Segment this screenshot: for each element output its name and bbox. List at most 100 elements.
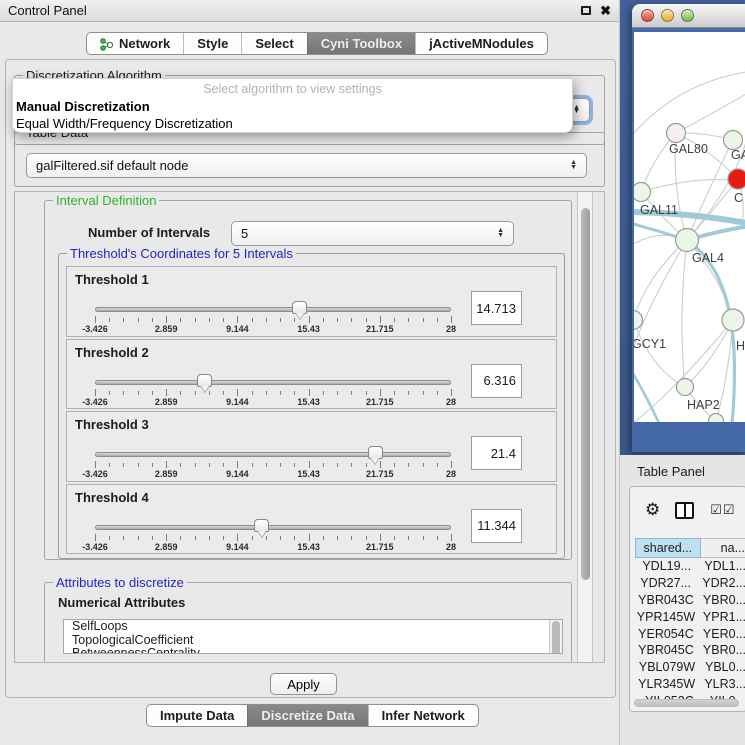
slider-handle[interactable] <box>368 446 383 459</box>
num-intervals-combobox[interactable]: 5 ▲▼ <box>231 221 514 246</box>
table-row[interactable]: YBL079WYBL0... <box>635 659 745 676</box>
threshold-3-label: Threshold 3 <box>75 417 149 432</box>
column-layout-icon[interactable] <box>675 502 694 519</box>
threshold-2-value-field[interactable]: 6.316 <box>471 364 522 398</box>
cell-name[interactable]: YPR1... <box>697 610 745 624</box>
table-row[interactable]: YPR145WYPR1... <box>635 608 745 625</box>
network-canvas[interactable]: GAL80GACGAL11GAL4GCY1HHAP2 <box>634 32 745 422</box>
cell-name[interactable]: YBR0... <box>697 643 745 657</box>
cell-name[interactable]: YBL0... <box>699 660 745 674</box>
slider-track[interactable] <box>95 307 451 312</box>
network-edge[interactable] <box>682 240 687 387</box>
attribute-item[interactable]: SelfLoops <box>64 620 562 634</box>
tab-discretize-data[interactable]: Discretize Data <box>247 705 367 726</box>
threshold-2-slider[interactable]: -3.4262.8599.14415.4321.71528 <box>95 376 451 410</box>
network-node-hap2[interactable] <box>677 379 694 396</box>
network-node-unlabeled[interactable] <box>709 414 724 423</box>
threshold-3-value-field[interactable]: 21.4 <box>471 436 522 470</box>
checkbox-icons[interactable]: ☑☑ <box>710 502 735 518</box>
slider-track[interactable] <box>95 525 451 530</box>
algorithm-option-2[interactable]: Equal Width/Frequency Discretization <box>13 115 572 132</box>
threshold-4-slider[interactable]: -3.4262.8599.14415.4321.71528 <box>95 521 451 555</box>
gear-icon[interactable]: ⚙ <box>645 501 660 519</box>
network-view-window[interactable]: GAL80GACGAL11GAL4GCY1HHAP2 <box>632 4 745 452</box>
tab-label: jActiveMNodules <box>429 36 534 51</box>
control-panel-titlebar: Control Panel ✖ <box>0 0 619 22</box>
slider-handle[interactable] <box>254 519 269 532</box>
cell-name[interactable]: YDL1... <box>698 559 745 573</box>
tab-network[interactable]: Network <box>87 33 183 54</box>
table-row[interactable]: YBR043CYBR0... <box>635 592 745 609</box>
slider-handle[interactable] <box>292 301 307 314</box>
num-intervals-label: Number of Intervals <box>88 225 210 240</box>
tab-infer-network[interactable]: Infer Network <box>368 705 478 726</box>
table-row[interactable]: YDL19...YDL1... <box>635 558 745 575</box>
cell-shared-name[interactable]: YDR27... <box>635 576 696 590</box>
network-edge[interactable] <box>634 72 745 140</box>
network-edge-highlighted[interactable] <box>634 362 662 422</box>
table-data-combobox[interactable]: galFiltered.sif default node ▲▼ <box>26 153 587 178</box>
table-row[interactable]: YER054CYER0... <box>635 625 745 642</box>
column-header-shared-name[interactable]: shared... <box>635 538 701 558</box>
threshold-1-slider[interactable]: -3.4262.8599.14415.4321.71528 <box>95 303 451 337</box>
attribute-item[interactable]: TopologicalCoefficient <box>64 634 562 648</box>
attributes-scrollbar[interactable] <box>549 620 562 653</box>
table-row[interactable]: YDR27...YDR2... <box>635 575 745 592</box>
network-node-gal11[interactable] <box>634 183 651 202</box>
algorithm-option-1[interactable]: Manual Discretization <box>13 98 572 115</box>
tab-style[interactable]: Style <box>183 33 241 54</box>
apply-button[interactable]: Apply <box>270 673 337 695</box>
close-traffic-light[interactable] <box>641 9 654 22</box>
network-edge[interactable] <box>634 240 687 377</box>
network-node-ga[interactable] <box>724 131 743 150</box>
node-table: shared... na... YDL19...YDL1...YDR27...Y… <box>635 538 745 700</box>
cell-name[interactable]: YER0... <box>697 627 745 641</box>
tab-select[interactable]: Select <box>241 33 306 54</box>
numerical-attributes-list[interactable]: SelfLoopsTopologicalCoefficientBetweenne… <box>63 619 563 654</box>
table-row[interactable]: YLR345WYLR3... <box>635 676 745 693</box>
threshold-1-value-field[interactable]: 14.713 <box>471 291 522 325</box>
zoom-traffic-light[interactable] <box>681 9 694 22</box>
network-edge[interactable] <box>634 320 685 387</box>
network-node-gal80[interactable] <box>667 124 686 143</box>
slider-handle[interactable] <box>197 374 212 387</box>
network-node-h[interactable] <box>722 309 744 331</box>
tab-label: Cyni Toolbox <box>321 36 402 51</box>
settings-vertical-scrollbar[interactable] <box>577 192 593 662</box>
cell-shared-name[interactable]: YER054C <box>635 627 697 641</box>
minimize-traffic-light[interactable] <box>661 9 674 22</box>
network-edge[interactable] <box>676 94 745 133</box>
cell-shared-name[interactable]: YDL19... <box>635 559 698 573</box>
cell-name[interactable]: YDR2... <box>696 576 745 590</box>
tab-impute-data[interactable]: Impute Data <box>147 705 247 726</box>
float-window-icon[interactable] <box>581 6 591 15</box>
scrollbar-thumb[interactable] <box>581 208 590 580</box>
attribute-item[interactable]: BetweennessCentrality <box>64 647 562 654</box>
slider-track[interactable] <box>95 380 451 385</box>
algorithm-prompt-item[interactable]: Select algorithm to view settings <box>13 79 572 98</box>
cell-shared-name[interactable]: YBR045C <box>635 643 697 657</box>
num-intervals-value: 5 <box>241 226 248 241</box>
network-node-gal4[interactable] <box>676 229 699 252</box>
tab-jactivemnodules[interactable]: jActiveMNodules <box>415 33 547 54</box>
tab-cyni-toolbox[interactable]: Cyni Toolbox <box>307 33 415 54</box>
app-root: { "control_panel": { "title": "Control P… <box>0 0 745 745</box>
close-icon[interactable]: ✖ <box>600 5 611 17</box>
threshold-3-slider[interactable]: -3.4262.8599.14415.4321.71528 <box>95 448 451 482</box>
column-header-name[interactable]: na... <box>701 538 745 558</box>
cell-shared-name[interactable]: YBR043C <box>635 593 697 607</box>
cell-name[interactable]: YLR3... <box>698 677 745 691</box>
cell-shared-name[interactable]: YLR345W <box>635 677 698 691</box>
network-edge[interactable] <box>634 240 687 320</box>
slider-track[interactable] <box>95 452 451 457</box>
table-row[interactable]: YBR045CYBR0... <box>635 642 745 659</box>
network-node-c[interactable] <box>728 169 745 189</box>
cell-shared-name[interactable]: YPR145W <box>635 610 697 624</box>
slider-tick-labels: -3.4262.8599.14415.4321.71528 <box>95 469 451 480</box>
cell-shared-name[interactable]: YBL079W <box>635 660 699 674</box>
numerical-attributes-label: Numerical Attributes <box>58 595 185 610</box>
threshold-4-value-field[interactable]: 11.344 <box>471 509 522 543</box>
interval-definition-label: Interval Definition <box>53 193 159 208</box>
cell-name[interactable]: YBR0... <box>697 593 745 607</box>
table-horizontal-scrollbar[interactable] <box>634 699 739 707</box>
